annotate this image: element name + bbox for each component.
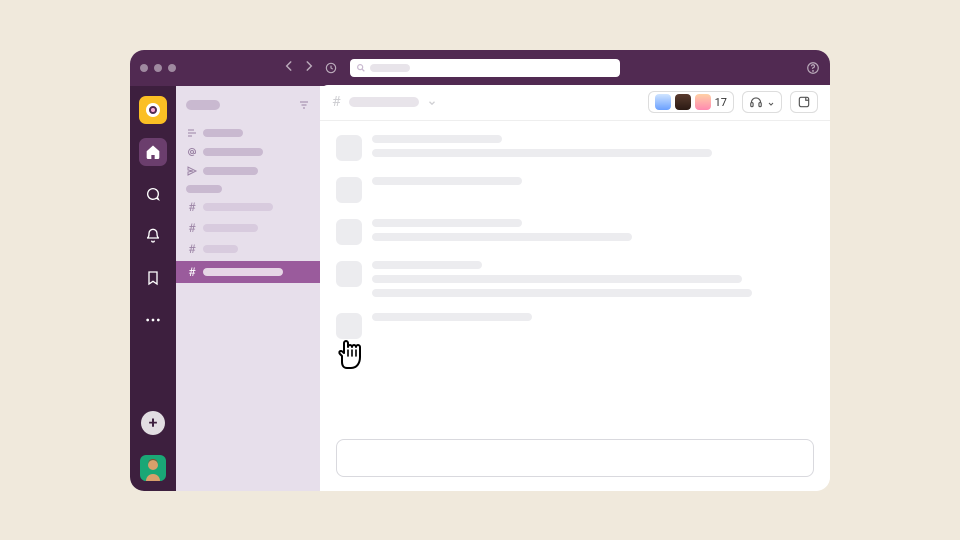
message-body [372, 313, 814, 339]
member-avatar [695, 94, 711, 110]
filter-icon[interactable] [298, 96, 310, 115]
message [336, 219, 814, 245]
nav-forward-icon[interactable] [302, 58, 316, 77]
history-icon[interactable] [324, 61, 338, 75]
message-text-line [372, 313, 532, 321]
nav-rail: + [130, 86, 176, 491]
message-body [372, 135, 814, 161]
nav-drafts[interactable] [176, 163, 320, 179]
message-text-line [372, 289, 752, 297]
member-avatar [655, 94, 671, 110]
hash-icon: # [186, 242, 198, 256]
titlebar [130, 50, 830, 86]
user-avatar[interactable] [140, 455, 166, 481]
workspace-name[interactable] [186, 100, 220, 110]
sidebar-channel-0[interactable]: # [176, 198, 320, 216]
dms-tab[interactable] [139, 180, 167, 208]
canvas-button[interactable] [790, 91, 818, 113]
hash-icon: # [332, 94, 341, 110]
message-text-line [372, 233, 632, 241]
member-list-button[interactable]: 17 [648, 91, 734, 113]
channel-sidebar: # # # # [176, 86, 320, 491]
bookmarks-tab[interactable] [139, 264, 167, 292]
message-text-line [372, 149, 712, 157]
message-avatar [336, 135, 362, 161]
member-avatar [675, 94, 691, 110]
search-input[interactable] [350, 59, 620, 77]
home-tab[interactable] [139, 138, 167, 166]
chevron-down-icon[interactable] [427, 93, 437, 112]
message-composer[interactable] [336, 439, 814, 477]
search-placeholder-ghost [370, 64, 410, 72]
section-channels-label[interactable] [186, 185, 222, 193]
member-count: 17 [715, 96, 727, 109]
nav-back-icon[interactable] [282, 58, 296, 77]
message [336, 177, 814, 203]
sidebar-channel-2[interactable]: # [176, 240, 320, 258]
message-body [372, 177, 814, 203]
message-avatar [336, 261, 362, 287]
message-text-line [372, 135, 502, 143]
help-icon[interactable] [806, 61, 820, 75]
message-body [372, 219, 814, 245]
app-window: + [130, 50, 830, 491]
search-icon [356, 63, 366, 73]
nav-mentions[interactable] [176, 144, 320, 160]
hash-icon: # [186, 200, 198, 214]
message-body [372, 261, 814, 297]
message [336, 313, 814, 339]
message-text-line [372, 261, 482, 269]
message [336, 135, 814, 161]
channel-title[interactable] [349, 97, 419, 107]
message-text-line [372, 177, 522, 185]
traffic-close[interactable] [140, 64, 148, 72]
workspace-switcher[interactable] [139, 96, 167, 124]
message-text-line [372, 219, 522, 227]
hash-icon: # [186, 221, 198, 235]
chevron-down-icon [767, 93, 775, 112]
traffic-minimize[interactable] [154, 64, 162, 72]
compose-button[interactable]: + [141, 411, 165, 435]
message-avatar [336, 313, 362, 339]
nav-threads[interactable] [176, 125, 320, 141]
message-avatar [336, 219, 362, 245]
sidebar-channel-1[interactable]: # [176, 219, 320, 237]
message-list [320, 121, 830, 439]
more-tab[interactable] [139, 306, 167, 334]
message-avatar [336, 177, 362, 203]
activity-tab[interactable] [139, 222, 167, 250]
message [336, 261, 814, 297]
sidebar-channel-3[interactable]: # [176, 261, 320, 283]
channel-header: # 17 [320, 85, 830, 121]
hash-icon: # [186, 265, 198, 279]
main-panel: # 17 [320, 85, 830, 491]
message-text-line [372, 275, 742, 283]
traffic-zoom[interactable] [168, 64, 176, 72]
huddle-button[interactable] [742, 91, 782, 113]
